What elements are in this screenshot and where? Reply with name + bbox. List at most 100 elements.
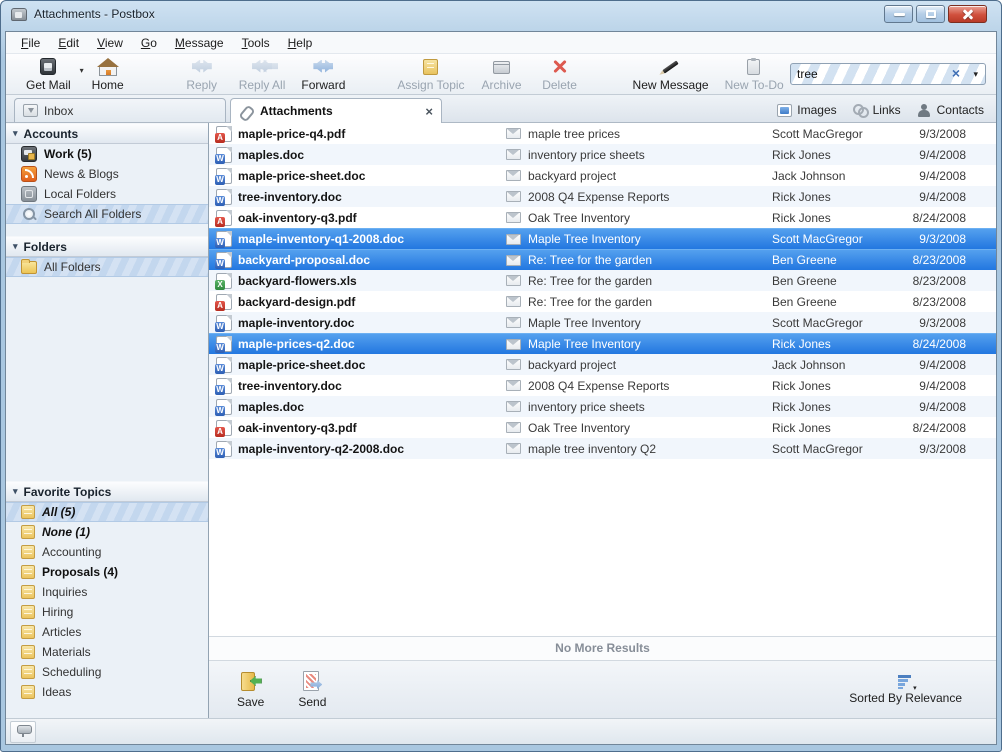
search-clear-icon[interactable]: × — [952, 65, 960, 81]
toolbar-group-organize: Assign Topic ▾ Archive ▾ Delete ▾ — [393, 56, 584, 93]
status-bar — [6, 718, 996, 744]
assign-topic-icon[interactable]: Assign Topic ▾ — [393, 56, 468, 93]
attachment-row[interactable]: backyard-flowers.xls Re: Tree for the ga… — [209, 270, 996, 291]
topic-item-label: Hiring — [42, 605, 74, 619]
sort-by-button[interactable]: ▾ Sorted By Relevance — [849, 674, 962, 705]
reply-icon[interactable]: Reply ▾ — [177, 56, 227, 93]
topic-item-materials[interactable]: Materials — [6, 642, 208, 662]
favorite-topics-section-header[interactable]: ▾ Favorite Topics — [6, 481, 208, 502]
new-todo-icon[interactable]: New To-Do ▾ — [721, 56, 788, 93]
menu-file[interactable]: File — [12, 33, 49, 53]
attachment-row[interactable]: maple-price-sheet.doc backyard project J… — [209, 354, 996, 375]
archive-icon[interactable]: Archive ▾ — [477, 56, 527, 93]
attachment-row[interactable]: tree-inventory.doc 2008 Q4 Expense Repor… — [209, 375, 996, 396]
minimize-button[interactable] — [884, 5, 913, 23]
work-account-icon — [21, 146, 37, 162]
attachment-filename: backyard-flowers.xls — [238, 273, 357, 288]
folders-section-header[interactable]: ▾ Folders — [6, 236, 208, 257]
search-dropdown-icon[interactable]: ▾ — [973, 69, 978, 80]
attachment-row[interactable]: maples.doc inventory price sheets Rick J… — [209, 144, 996, 165]
menu-tools[interactable]: Tools — [233, 33, 279, 53]
attachment-filename: backyard-design.pdf — [238, 294, 356, 309]
online-status-button[interactable] — [10, 720, 36, 743]
reply-all-icon[interactable]: Reply All ▾ — [235, 56, 290, 93]
send-button[interactable]: Send — [298, 670, 326, 709]
filter-label: Contacts — [936, 103, 984, 117]
attachment-row[interactable]: tree-inventory.doc 2008 Q4 Expense Repor… — [209, 186, 996, 207]
links-filter[interactable]: Links — [852, 103, 901, 118]
topic-icon — [21, 605, 35, 619]
save-button[interactable]: Save — [237, 670, 264, 709]
menu-view[interactable]: View — [88, 33, 132, 53]
topic-item-hiring[interactable]: Hiring — [6, 602, 208, 622]
attachment-filename: backyard-proposal.doc — [238, 253, 371, 267]
content-area: ▾ Accounts Work (5) News & Blogs Local F… — [6, 123, 996, 718]
menu-help[interactable]: Help — [279, 33, 322, 53]
topic-item-label: Proposals (4) — [42, 565, 119, 579]
attachment-row[interactable]: maple-price-q4.pdf maple tree prices Sco… — [209, 123, 996, 144]
attachment-sender: Ben Greene — [772, 273, 837, 288]
tab-label: Inbox — [44, 103, 74, 118]
attachment-row[interactable]: maple-inventory.doc Maple Tree Inventory… — [209, 312, 996, 333]
envelope-icon — [506, 422, 521, 433]
attachment-row[interactable]: backyard-design.pdf Re: Tree for the gar… — [209, 291, 996, 312]
menu-go[interactable]: Go — [132, 33, 166, 53]
attachment-row[interactable]: maple-prices-q2.doc Maple Tree Inventory… — [209, 333, 996, 354]
topic-icon — [21, 565, 35, 579]
topic-icon — [21, 545, 35, 559]
attachment-sender: Rick Jones — [772, 147, 831, 162]
file-type-icon — [215, 125, 232, 143]
topic-item-ideas[interactable]: Ideas — [6, 682, 208, 702]
images-filter[interactable]: Images — [777, 103, 837, 117]
accounts-section-header[interactable]: ▾ Accounts — [6, 123, 208, 144]
close-button[interactable] — [948, 5, 987, 23]
menu-message[interactable]: Message — [166, 33, 233, 53]
toolbar-group-mail: Get Mail ▾ Home ▾ — [22, 56, 133, 93]
tab-attachments[interactable]: Attachments × — [230, 98, 442, 123]
new-message-icon[interactable]: New Message ▾ — [629, 56, 713, 93]
sidebar-item-all-folders[interactable]: All Folders — [6, 257, 208, 277]
attachment-filename: maple-inventory-q2-2008.doc — [238, 441, 405, 456]
delete-icon[interactable]: Delete ▾ — [535, 56, 585, 93]
tab-inbox[interactable]: Inbox × — [14, 98, 226, 122]
file-type-icon — [215, 377, 232, 395]
sidebar-item-search-all-folders[interactable]: Search All Folders — [6, 204, 208, 224]
favorite-topics-section-title: Favorite Topics — [23, 484, 112, 499]
topic-item-none[interactable]: None (1) — [6, 522, 208, 542]
menu-edit[interactable]: Edit — [49, 33, 88, 53]
attachment-row[interactable]: oak-inventory-q3.pdf Oak Tree Inventory … — [209, 417, 996, 438]
topic-item-accounting[interactable]: Accounting — [6, 542, 208, 562]
file-type-icon — [215, 440, 232, 458]
maximize-button[interactable] — [916, 5, 945, 23]
topic-item-proposals[interactable]: Proposals (4) — [6, 562, 208, 582]
attachment-row[interactable]: maples.doc inventory price sheets Rick J… — [209, 396, 996, 417]
attachment-row[interactable]: backyard-proposal.doc Re: Tree for the g… — [209, 249, 996, 270]
envelope-icon — [506, 275, 521, 286]
topic-item-inquiries[interactable]: Inquiries — [6, 582, 208, 602]
sidebar-item-local-folders[interactable]: Local Folders — [6, 184, 208, 204]
close-tab-icon[interactable]: × — [425, 104, 433, 119]
folders-section-title: Folders — [23, 239, 67, 254]
topic-item-scheduling[interactable]: Scheduling — [6, 662, 208, 682]
attachment-row[interactable]: oak-inventory-q3.pdf Oak Tree Inventory … — [209, 207, 996, 228]
envelope-icon — [506, 296, 521, 307]
forward-icon[interactable]: Forward ▾ — [297, 56, 349, 93]
topic-item-articles[interactable]: Articles — [6, 622, 208, 642]
search-icon — [21, 206, 37, 222]
contacts-filter[interactable]: Contacts — [917, 103, 984, 117]
sidebar-item-work[interactable]: Work (5) — [6, 144, 208, 164]
home-icon[interactable]: Home ▾ — [83, 56, 133, 93]
attachment-sender: Scott MacGregor — [772, 441, 863, 456]
file-type-icon — [215, 252, 232, 269]
attachment-filename: tree-inventory.doc — [238, 378, 342, 393]
envelope-icon — [506, 338, 521, 350]
attachment-filename: maple-price-sheet.doc — [238, 357, 366, 372]
attachment-row[interactable]: maple-inventory-q2-2008.doc maple tree i… — [209, 438, 996, 459]
sidebar-item-news-blogs[interactable]: News & Blogs — [6, 164, 208, 184]
attachment-sender: Rick Jones — [772, 378, 831, 393]
attachment-row[interactable]: maple-price-sheet.doc backyard project J… — [209, 165, 996, 186]
attachment-row[interactable]: maple-inventory-q1-2008.doc Maple Tree I… — [209, 228, 996, 249]
get-mail-icon[interactable]: Get Mail ▾ — [22, 56, 84, 93]
topic-item-all[interactable]: All (5) — [6, 502, 208, 522]
toolbar-group-compose: New Message ▾ New To-Do ▾ — [629, 56, 788, 93]
